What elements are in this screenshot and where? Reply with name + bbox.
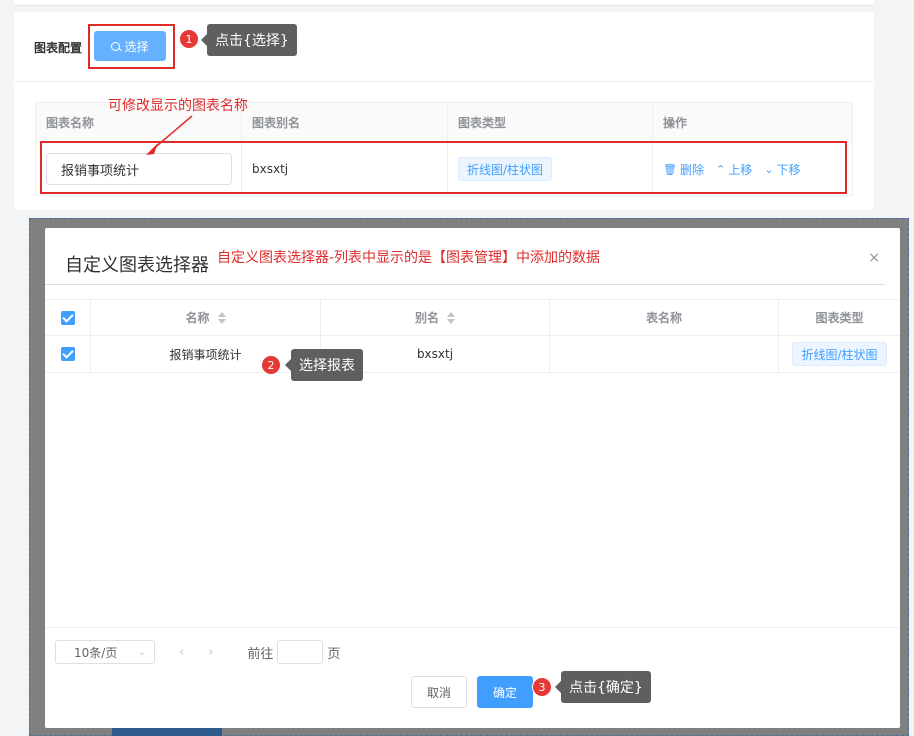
select-all-cell (45, 300, 91, 335)
row-checkbox[interactable] (60, 347, 75, 361)
step-3-badge: 3 (532, 677, 552, 697)
chart-selector-dialog: 自定义图表选择器 × 名称 别名 表名称 图表类型 报销事项统计 bxsxtj … (45, 228, 900, 728)
chart-type-tag: 折线图/柱状图 (792, 342, 887, 366)
chevron-down-icon: ⌄ (137, 646, 146, 658)
cancel-button[interactable]: 取消 (411, 676, 467, 708)
highlight-select-button (88, 24, 175, 69)
step-1-badge: 1 (179, 29, 199, 49)
previous-card-edge (14, 0, 874, 6)
column-header-table-name: 表名称 (550, 300, 779, 335)
column-header-actions: 操作 (663, 116, 688, 130)
select-all-checkbox[interactable] (60, 310, 75, 325)
column-header-chart-alias: 图表别名 (242, 103, 448, 142)
step-1-tooltip: 点击{选择} (201, 24, 297, 56)
footer-divider (45, 627, 900, 628)
chart-config-label: 图表配置 (34, 41, 83, 55)
prev-page-icon[interactable]: ‹ (179, 645, 184, 660)
goto-page-input[interactable] (277, 640, 324, 664)
next-page-icon[interactable]: › (208, 645, 213, 660)
column-header-chart-type: 图表类型 (815, 311, 864, 325)
column-header-chart-type: 图表类型 (448, 103, 653, 142)
table-row[interactable]: 报销事项统计 bxsxtj 折线图/柱状图 (45, 336, 900, 373)
dialog-title: 自定义图表选择器 (65, 255, 209, 276)
dialog-hint-annotation: 自定义图表选择器-列表中显示的是【图表管理】中添加的数据 (217, 250, 601, 266)
close-icon[interactable]: × (868, 250, 880, 266)
background-bar (112, 728, 222, 736)
highlight-config-row (40, 141, 847, 194)
row-type-cell: 折线图/柱状图 (779, 336, 900, 372)
row-table-cell (550, 336, 779, 372)
dialog-title-divider (45, 284, 885, 285)
column-name-label: 名称 (185, 311, 210, 325)
step-2-badge: 2 (261, 355, 281, 375)
confirm-button[interactable]: 确定 (477, 676, 533, 708)
page-size-value: 10条/页 (74, 645, 118, 660)
column-header-alias[interactable]: 别名 (321, 300, 550, 335)
step-3-tooltip: 点击{确定} (555, 671, 651, 703)
page-size-select[interactable]: 10条/页 ⌄ (55, 640, 155, 664)
column-alias-label: 别名 (414, 311, 439, 325)
pagination: 10条/页 ⌄ ‹ › 前往 页 (55, 640, 340, 664)
sort-icon (217, 311, 226, 324)
page-unit-label: 页 (327, 646, 341, 662)
step-2-tooltip: 选择报表 (285, 349, 363, 381)
chart-selector-table: 名称 别名 表名称 图表类型 报销事项统计 bxsxtj 折线图/柱状图 (45, 299, 900, 373)
table-header-row: 名称 别名 表名称 图表类型 (45, 299, 900, 336)
goto-label: 前往 (247, 646, 274, 662)
row-select-cell (45, 336, 91, 372)
column-header-name[interactable]: 名称 (91, 300, 321, 335)
sort-icon (447, 311, 455, 324)
